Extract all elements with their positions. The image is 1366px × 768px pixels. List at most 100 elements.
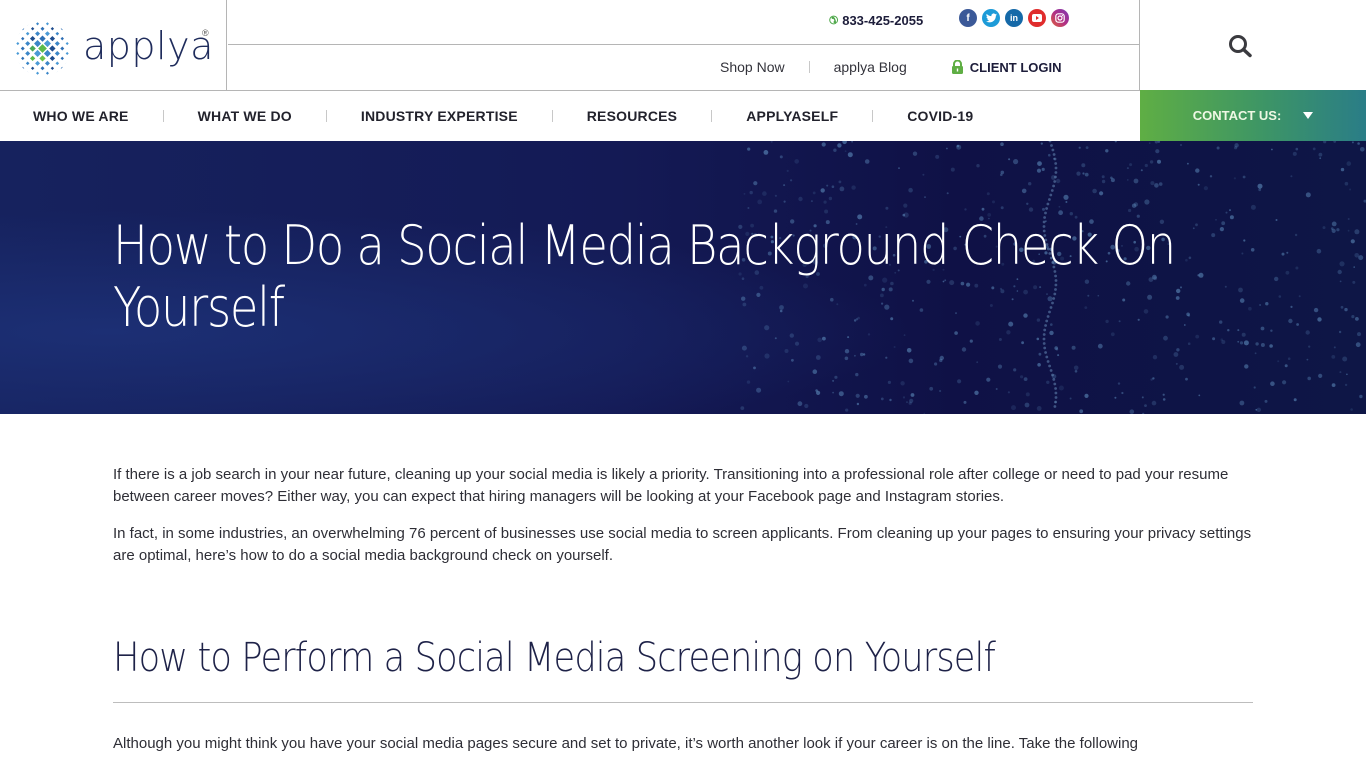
instagram-icon[interactable] <box>1051 9 1069 27</box>
hero-dot <box>1264 399 1268 403</box>
hero-dot <box>935 154 940 159</box>
hero-dot <box>1155 149 1160 154</box>
page-title: How to Do a Social Media Background Chec… <box>113 214 1176 339</box>
hero-dot <box>798 196 803 202</box>
hero-dot <box>1187 342 1191 345</box>
hero-dot <box>1162 398 1166 401</box>
hero-dot <box>963 400 967 404</box>
hero-dot <box>797 401 803 407</box>
hero-dot <box>903 203 908 208</box>
youtube-icon[interactable] <box>1028 9 1046 27</box>
globe-tile <box>40 26 45 31</box>
hero-dot <box>893 346 896 348</box>
hero-dot <box>1084 393 1089 398</box>
nav-divider <box>325 110 327 122</box>
search-icon[interactable] <box>1228 34 1254 58</box>
hero-dot <box>1054 400 1057 404</box>
hero-dot <box>1036 406 1042 411</box>
hero-dot <box>1253 386 1256 389</box>
hero-dot <box>1257 183 1263 189</box>
hero-dot <box>1037 161 1042 166</box>
facebook-icon[interactable]: f <box>959 9 977 27</box>
hero-dot <box>1148 142 1151 144</box>
hero-dot <box>1051 373 1054 377</box>
hero-dot <box>1053 382 1057 386</box>
hero-dot <box>1347 218 1350 220</box>
linkedin-icon[interactable]: in <box>1005 9 1023 27</box>
hero-dot <box>1275 219 1278 221</box>
nav-covid-19[interactable]: COVID-19 <box>907 108 973 124</box>
twitter-icon[interactable] <box>982 9 1000 27</box>
hero-dot <box>1140 169 1143 172</box>
hero-dot <box>1357 332 1361 337</box>
hero-dot <box>1154 183 1159 188</box>
globe-tile <box>55 61 60 66</box>
hero-dot <box>1333 141 1337 143</box>
globe-tile <box>21 36 25 41</box>
hero-dot <box>1073 365 1079 371</box>
nav-resources[interactable]: RESOURCES <box>587 108 677 124</box>
main-nav: WHO WE ARE WHAT WE DO INDUSTRY EXPERTISE… <box>0 90 1140 141</box>
logo-link[interactable]: applya ® <box>0 0 227 90</box>
nav-who-we-are[interactable]: WHO WE ARE <box>33 108 129 124</box>
hero-dot <box>1346 373 1348 376</box>
hero-dot <box>1121 391 1124 395</box>
hero-dot <box>854 354 856 357</box>
hero-dot <box>831 185 835 188</box>
nav-what-we-do[interactable]: WHAT WE DO <box>198 108 292 124</box>
hero-dot <box>1052 378 1056 381</box>
hero-dot <box>1013 159 1019 165</box>
hero-dot <box>1053 157 1057 161</box>
hero-dot <box>1036 168 1042 173</box>
hero-dot <box>1319 157 1322 160</box>
hero-dot <box>1105 149 1109 153</box>
hero-dot <box>1288 318 1293 324</box>
hero-dot <box>834 375 838 379</box>
contact-us-dropdown[interactable]: CONTACT US: <box>1140 90 1366 141</box>
shop-now-link[interactable]: Shop Now <box>720 59 785 75</box>
hero-dot <box>1318 373 1323 378</box>
hero-dot <box>1048 198 1051 201</box>
globe-tile <box>40 66 45 71</box>
hero-dot <box>939 355 944 361</box>
globe-tile <box>43 49 51 57</box>
nav-applyaself[interactable]: APPLYASELF <box>746 108 838 124</box>
hero-dot <box>1250 204 1256 210</box>
hero-dot <box>864 394 868 399</box>
hero-dot <box>1248 306 1252 311</box>
globe-tile <box>35 60 41 66</box>
hero-dot <box>1054 162 1058 165</box>
hero-dot <box>1271 148 1273 151</box>
hero-dot <box>838 180 842 184</box>
globe-tile <box>60 56 64 61</box>
hero-dot <box>1323 141 1327 144</box>
hero-dot <box>969 339 973 343</box>
globe-tile <box>49 45 56 52</box>
hero-dot <box>1046 380 1050 384</box>
hero-dot <box>1013 368 1017 372</box>
blog-link[interactable]: applya Blog <box>834 59 907 75</box>
nav-industry-expertise[interactable]: INDUSTRY EXPERTISE <box>361 108 518 124</box>
hero-dot <box>1152 355 1158 360</box>
hero-dot <box>1151 400 1157 406</box>
globe-tile <box>16 51 20 55</box>
globe-tile <box>54 50 60 56</box>
hero-dot <box>790 179 793 182</box>
globe-tile <box>30 66 35 70</box>
hero-dot <box>1101 175 1105 179</box>
hero-dot <box>1114 396 1117 399</box>
phone-link[interactable]: ✆ 833-425-2055 <box>829 13 923 28</box>
hero-dot <box>1065 201 1068 203</box>
hero-dot <box>1133 202 1139 207</box>
globe-tile <box>25 50 31 56</box>
hero-dot <box>1237 340 1240 343</box>
hero-dot <box>1024 402 1030 408</box>
hero-dot <box>1180 144 1182 146</box>
hero-dot <box>1307 376 1311 381</box>
client-login-link[interactable]: CLIENT LOGIN <box>951 60 1061 75</box>
hero-dot <box>1331 355 1336 359</box>
globe-tile <box>50 27 55 31</box>
globe-tile <box>65 42 69 46</box>
hero-dot <box>974 390 979 395</box>
hero-dot <box>880 397 884 401</box>
